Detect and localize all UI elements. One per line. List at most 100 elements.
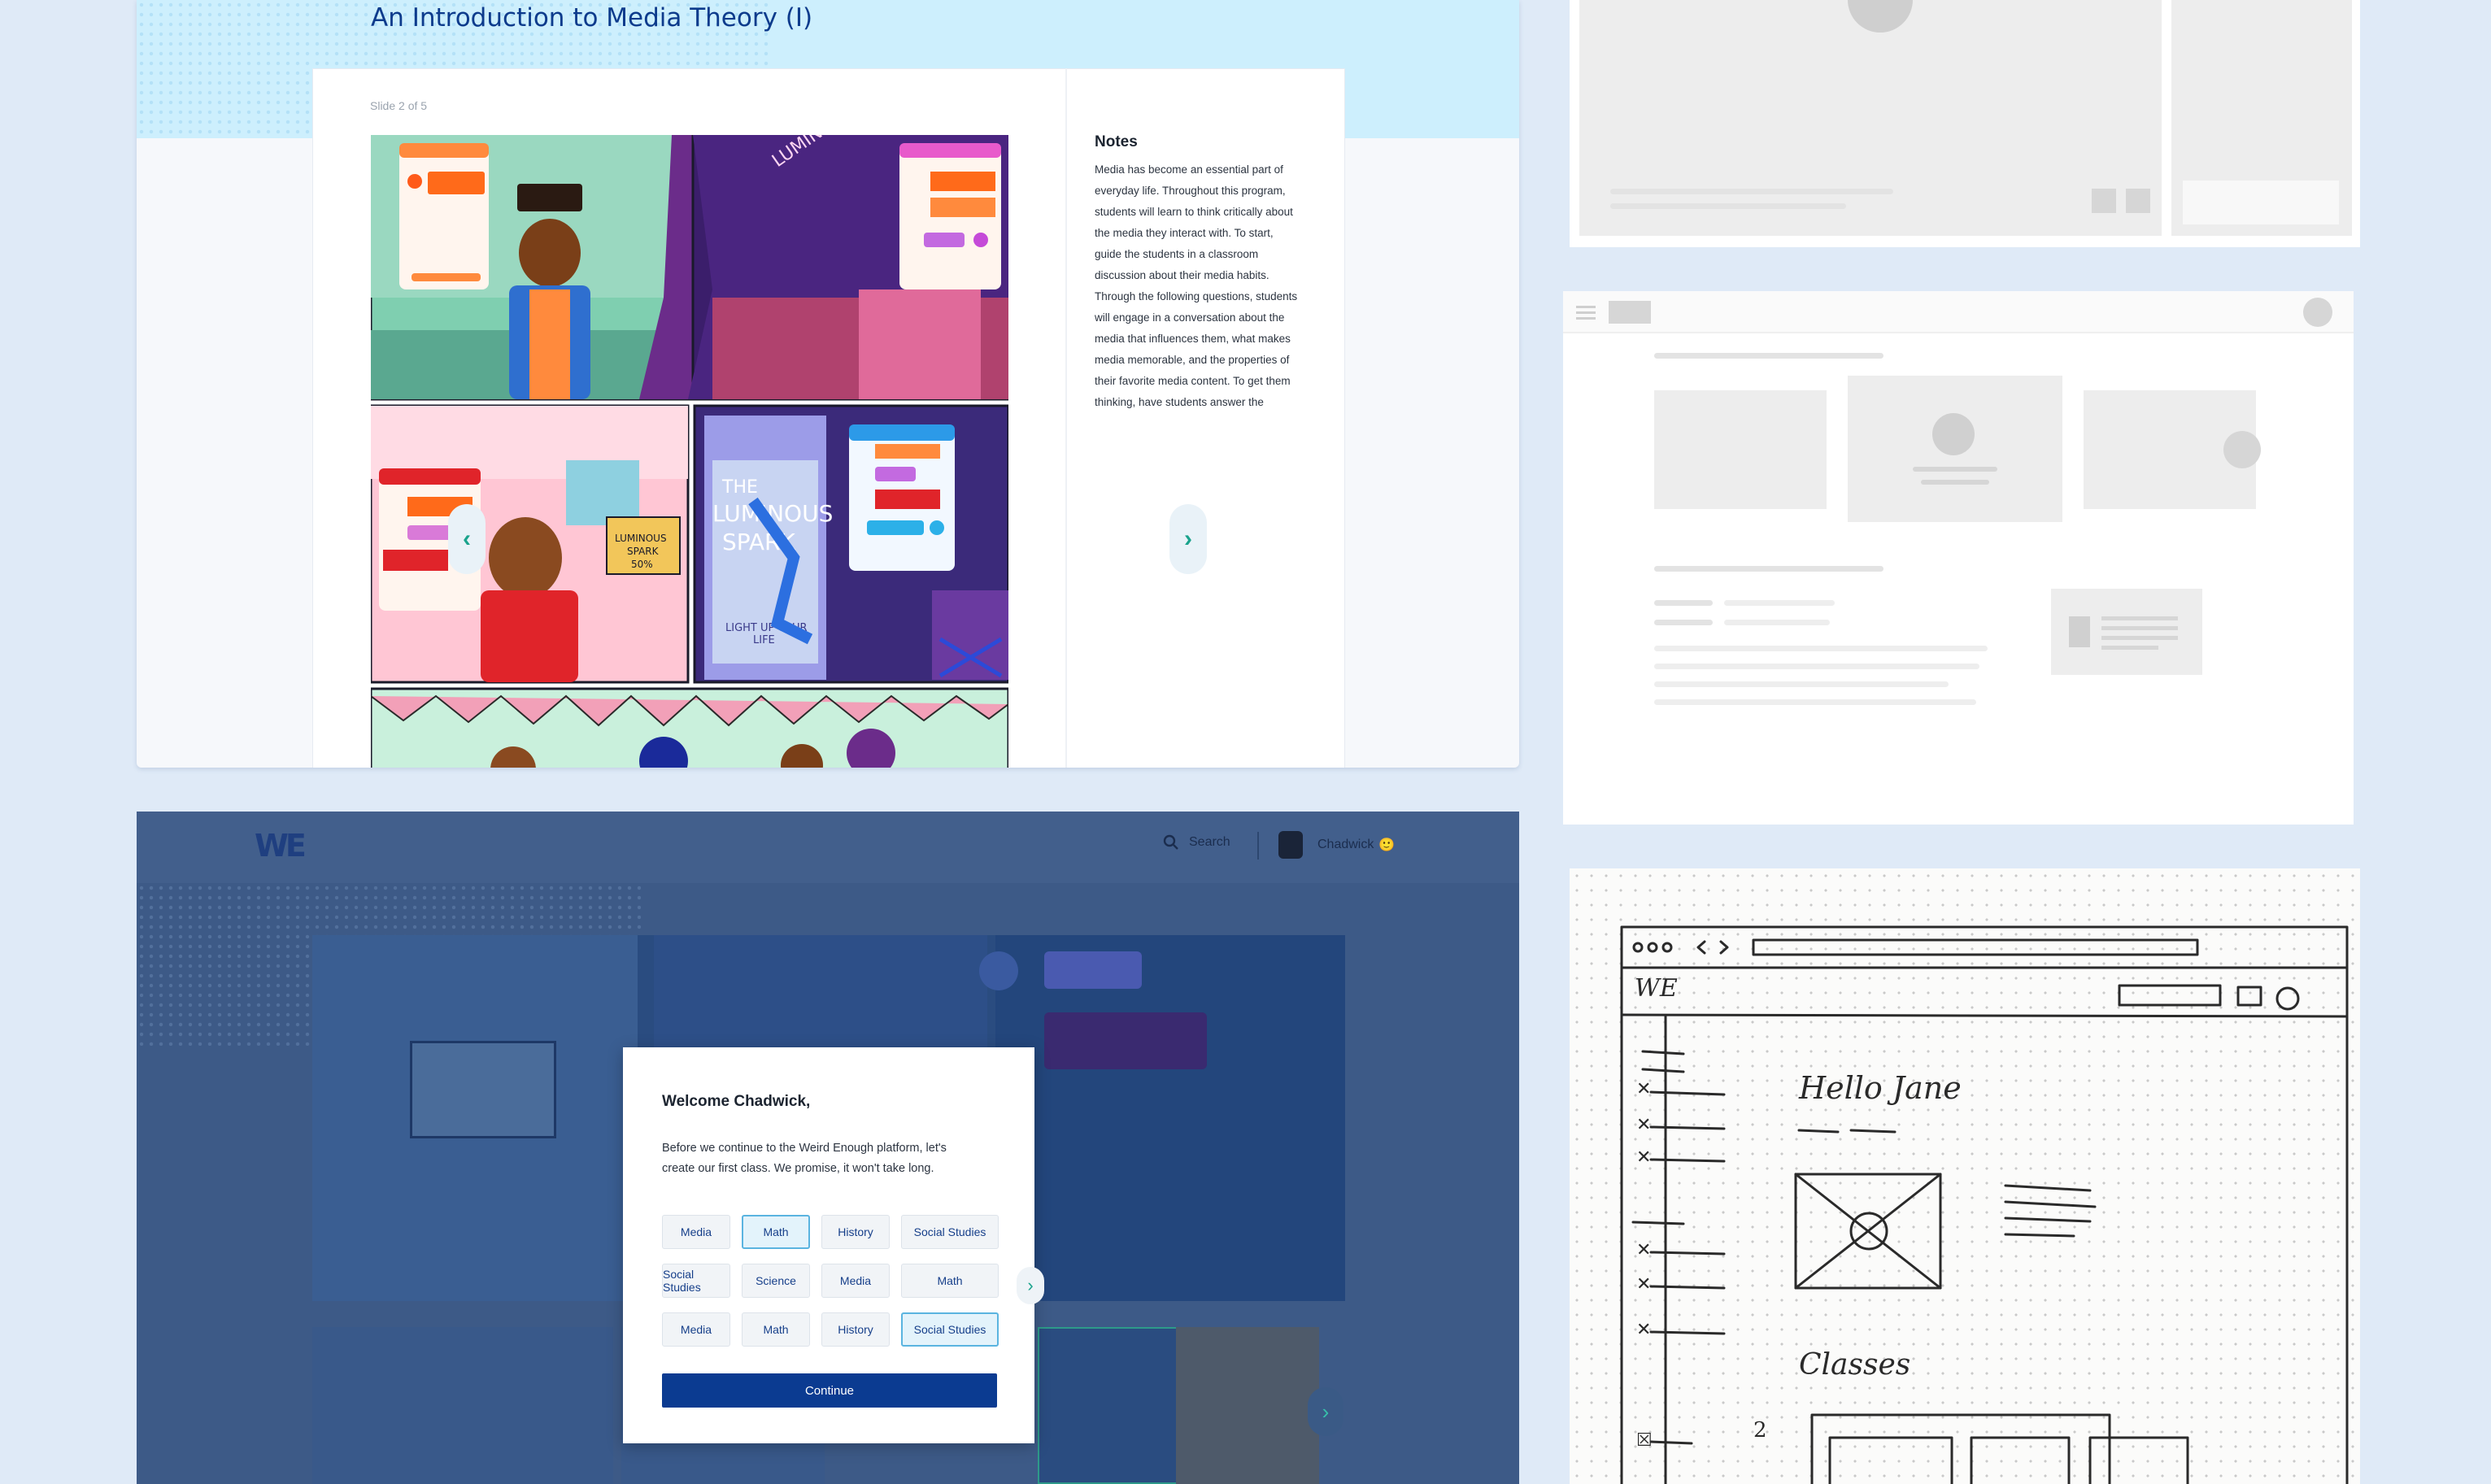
notes-line: students will learn to think critically … — [1095, 206, 1293, 218]
placeholder-line — [1654, 566, 1883, 572]
subject-chip[interactable]: History — [821, 1215, 890, 1249]
chevron-left-icon: ‹ — [463, 525, 471, 552]
placeholder-line — [1654, 681, 1949, 687]
notes-divider — [1065, 68, 1067, 768]
notes-line: the media they interact with. To start, — [1095, 227, 1274, 239]
thumbnail-card[interactable] — [1176, 1327, 1319, 1484]
subject-chip[interactable]: Math — [742, 1215, 810, 1249]
control-icon — [2126, 189, 2150, 213]
subject-chip[interactable]: History — [821, 1312, 890, 1347]
sketch-greeting: Hello Jane — [1799, 1070, 1962, 1106]
wireframe-video-player — [1570, 0, 2360, 247]
sketch-gear-icon — [2275, 986, 2300, 1011]
control-icon — [2092, 189, 2116, 213]
sketch-x-icon: ✕ — [1636, 1273, 1652, 1294]
placeholder-line — [1724, 600, 1835, 606]
subject-chip[interactable]: Social Studies — [901, 1215, 999, 1249]
notes-heading: Notes — [1095, 133, 1138, 150]
sketch-x-icon: ✕ — [1636, 1147, 1652, 1167]
subject-chip[interactable]: Math — [901, 1264, 999, 1298]
avatar — [1278, 831, 1303, 859]
wireframe-header — [1563, 291, 2354, 333]
svg-text:50%: 50% — [631, 559, 653, 570]
carousel-arrow-icon — [2223, 431, 2261, 468]
onboarding-window: WE Search Chadwick 🙂 › Welcome Chadwick,… — [137, 812, 1519, 1484]
placeholder-line — [1654, 600, 1713, 606]
svg-text:LUMINOUS: LUMINOUS — [615, 533, 667, 544]
subject-chip[interactable]: Media — [662, 1312, 730, 1347]
lesson-window: An Introduction to Media Theory (I) Slid… — [137, 0, 1519, 768]
logo-placeholder — [1609, 301, 1651, 324]
carousel-next-button[interactable]: › — [1308, 1387, 1343, 1436]
sketch-x-icon: ✕ — [1636, 1114, 1652, 1134]
video-card-placeholder — [1848, 376, 2062, 522]
subject-chip[interactable]: Math — [742, 1312, 810, 1347]
wireframe-dashboard — [1563, 291, 2354, 825]
play-icon — [1848, 0, 1913, 33]
modal-heading: Welcome Chadwick, — [662, 1093, 811, 1110]
play-icon — [1932, 413, 1975, 455]
sketch-x-icon: ☒ — [1636, 1430, 1653, 1450]
placeholder-box — [2183, 181, 2339, 224]
thumbnail-card[interactable] — [312, 1327, 613, 1484]
header-divider — [1257, 832, 1259, 860]
placeholder-line — [1921, 480, 1989, 485]
sketch-browser-frame — [1620, 925, 2349, 1484]
placeholder-line — [1724, 620, 1830, 625]
sketch-drawing — [1620, 925, 2349, 1484]
video-placeholder — [1579, 0, 2162, 236]
placeholder-line — [2101, 616, 2178, 620]
subject-chip[interactable]: Science — [742, 1264, 810, 1298]
svg-text:LIFE: LIFE — [753, 634, 775, 646]
we-logo[interactable]: WE — [255, 828, 307, 864]
notes-line: everyday life. Throughout this program, — [1095, 185, 1286, 197]
user-menu[interactable]: Chadwick 🙂 — [1278, 831, 1395, 859]
user-name: Chadwick — [1317, 838, 1374, 851]
svg-text:SPARK: SPARK — [627, 546, 660, 557]
modal-description: Before we continue to the Weird Enough p… — [662, 1138, 947, 1179]
welcome-modal: Welcome Chadwick, Before we continue to … — [623, 1047, 1044, 1443]
menu-icon — [1576, 306, 1596, 308]
notes-line: Media has become an essential part of — [1095, 163, 1283, 176]
sketch-mail-icon — [2236, 986, 2262, 1007]
subject-chip[interactable]: Social Studies — [901, 1312, 999, 1347]
notes-line: Through the following questions, student… — [1095, 290, 1298, 302]
subject-chip[interactable]: Media — [662, 1215, 730, 1249]
notes-text: Media has become an essential part of eve… — [1095, 159, 1330, 413]
placeholder-line — [1654, 353, 1883, 359]
notes-line: media that influences them, what makes — [1095, 333, 1291, 345]
notes-line: their favorite media content. To get the… — [1095, 375, 1291, 387]
svg-text:THE: THE — [721, 477, 758, 498]
avatar-placeholder — [2303, 298, 2332, 327]
user-emoji: 🙂 — [1378, 838, 1396, 852]
search-icon — [1163, 834, 1178, 850]
attachment-placeholder — [2051, 589, 2202, 675]
placeholder-line — [2101, 636, 2178, 640]
paper-sketch: WE Hello Jane Classes 2 ✕ ✕ ✕ ✕ ✕ ✕ ☒ — [1570, 868, 2360, 1484]
chat-bubble-card — [399, 143, 489, 289]
prev-slide-button[interactable]: ‹ — [448, 504, 486, 574]
subject-chip[interactable]: Social Studies — [662, 1264, 730, 1298]
notes-line: thinking, have students answer the — [1095, 396, 1264, 408]
sketch-x-icon: ✕ — [1636, 1239, 1652, 1260]
search-button[interactable]: Search — [1163, 834, 1230, 851]
modal-description-line: create our first class. We promise, it w… — [662, 1162, 934, 1175]
continue-button[interactable]: Continue — [662, 1373, 997, 1408]
placeholder-line — [1654, 699, 1976, 705]
next-slide-button[interactable]: › — [1169, 504, 1207, 574]
sketch-address-bar — [1752, 938, 2199, 956]
chips-next-button[interactable]: › — [1017, 1267, 1044, 1304]
placeholder-line — [2101, 646, 2158, 650]
notes-line: discussion about their media habits. — [1095, 269, 1269, 281]
placeholder-line — [1654, 664, 1979, 669]
placeholder-line — [1610, 203, 1846, 209]
placeholder-line — [1913, 467, 1997, 472]
sketch-number: 2 — [1753, 1418, 1767, 1443]
subject-chip[interactable]: Media — [821, 1264, 890, 1298]
placeholder-line — [2101, 626, 2178, 630]
search-label: Search — [1189, 835, 1230, 849]
placeholder-line — [1654, 620, 1713, 625]
placeholder-line — [1610, 189, 1893, 194]
card-placeholder — [1654, 390, 1827, 509]
placeholder-line — [1654, 646, 1988, 651]
